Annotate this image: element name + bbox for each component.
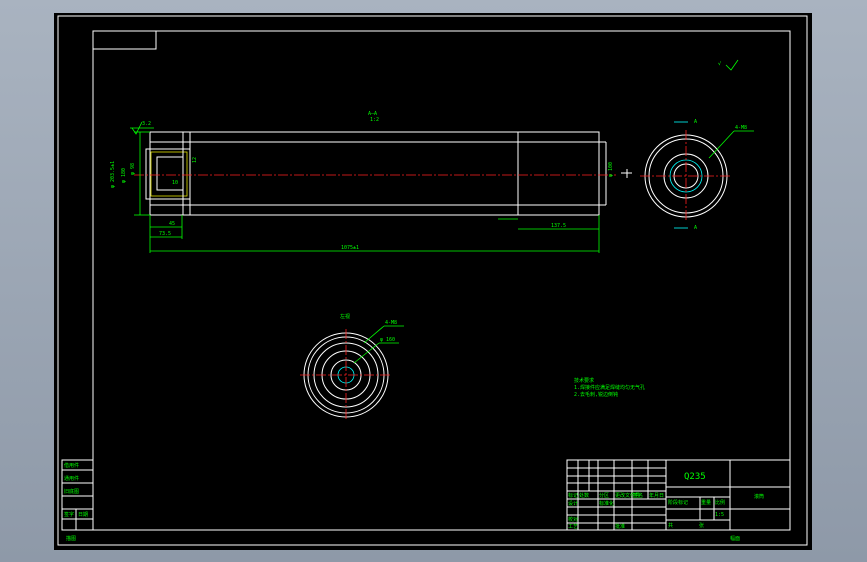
scale-value: 1:5 xyxy=(715,512,724,518)
col-zone: 分区 xyxy=(599,492,609,499)
drawing-sheet: 借用件 通用件 旧底图 签字 日期 描图 1075±1 73.5 45 137.… xyxy=(54,13,812,550)
dim-12: 12 xyxy=(192,157,198,163)
material: Q235 xyxy=(684,472,706,482)
stamp-3: 旧底图 xyxy=(64,488,79,495)
technical-notes: 技术要求 1.焊接件应满足焊缝均匀无气孔 2.去毛刺,锐边倒钝 xyxy=(574,377,645,398)
view-label-top: A xyxy=(694,119,697,125)
tech-line-1: 1.焊接件应满足焊缝均匀无气孔 xyxy=(574,384,645,391)
bottom-stamp-2: 幅面 xyxy=(730,535,740,542)
dim-45: 45 xyxy=(169,221,175,227)
col-date: 年月日 xyxy=(649,492,664,499)
title-block: Q235 滚筒 标记 处数 分区 更改文件号 签名 年月日 设计 标准化 校对 … xyxy=(566,459,791,542)
sheet-label: 共 xyxy=(668,522,673,529)
weight-label: 重量 xyxy=(701,499,711,506)
dim-d-hole: φ 98 xyxy=(130,163,136,175)
designer-label: 设计 xyxy=(568,500,578,507)
shaft-side-view xyxy=(134,131,632,216)
col-count: 处数 xyxy=(579,492,589,499)
circle-note-2: φ 160 xyxy=(380,337,395,343)
view-label-bottom: A xyxy=(694,225,697,231)
dim-overall: 1075±1 xyxy=(341,245,359,251)
roughness-value: 3.2 xyxy=(142,121,151,127)
section-scale: 1:2 xyxy=(370,117,379,123)
end-view-bottom: 左视 4-M8 φ 160 xyxy=(300,313,404,421)
dim-d-left: φ 203.5±1 xyxy=(110,161,116,188)
part-name: 滚筒 xyxy=(754,493,764,500)
dim-d-bore: φ 100 xyxy=(608,162,614,177)
dim-d-groove: φ 180 xyxy=(121,168,127,183)
circle-note-right: 4-M8 xyxy=(735,125,747,131)
process-label: 工艺 xyxy=(568,524,578,530)
stage-label: 阶段标记 xyxy=(668,499,688,506)
end-view-right: A A 4-M8 xyxy=(640,119,754,231)
inner-frame xyxy=(92,30,791,531)
dim-right-end: 137.5 xyxy=(551,223,566,229)
side-stamps: 借用件 通用件 旧底图 签字 日期 描图 xyxy=(61,459,94,542)
bottom-stamp: 描图 xyxy=(66,535,76,542)
code-box xyxy=(92,30,157,50)
stamp-2: 通用件 xyxy=(64,475,79,482)
stamp-4: 签字 xyxy=(64,511,74,518)
cad-canvas: 借用件 通用件 旧底图 签字 日期 描图 1075±1 73.5 45 137.… xyxy=(57,15,808,546)
checker-label: 校对 xyxy=(568,516,578,523)
sheet-label-2: 张 xyxy=(699,522,704,529)
left-view-label: 左视 xyxy=(340,313,350,320)
roughness-symbol: √ xyxy=(718,61,721,67)
scale-label: 比例 xyxy=(715,499,725,506)
circle-note-1: 4-M8 xyxy=(385,320,397,326)
stamp-1: 借用件 xyxy=(64,462,79,469)
dim-73: 73.5 xyxy=(159,231,171,237)
std-label: 标准化 xyxy=(599,500,614,507)
outer-frame xyxy=(57,15,808,546)
tech-line-2: 2.去毛刺,锐边倒钝 xyxy=(574,391,618,398)
surface-mark: √ xyxy=(718,59,739,71)
col-sign: 签名 xyxy=(633,492,643,499)
stamp-5: 日期 xyxy=(78,512,88,518)
tech-title: 技术要求 xyxy=(574,377,594,384)
col-mark: 标记 xyxy=(568,492,578,499)
approve-label: 批准 xyxy=(615,523,625,530)
dim-10: 10 xyxy=(172,180,178,186)
